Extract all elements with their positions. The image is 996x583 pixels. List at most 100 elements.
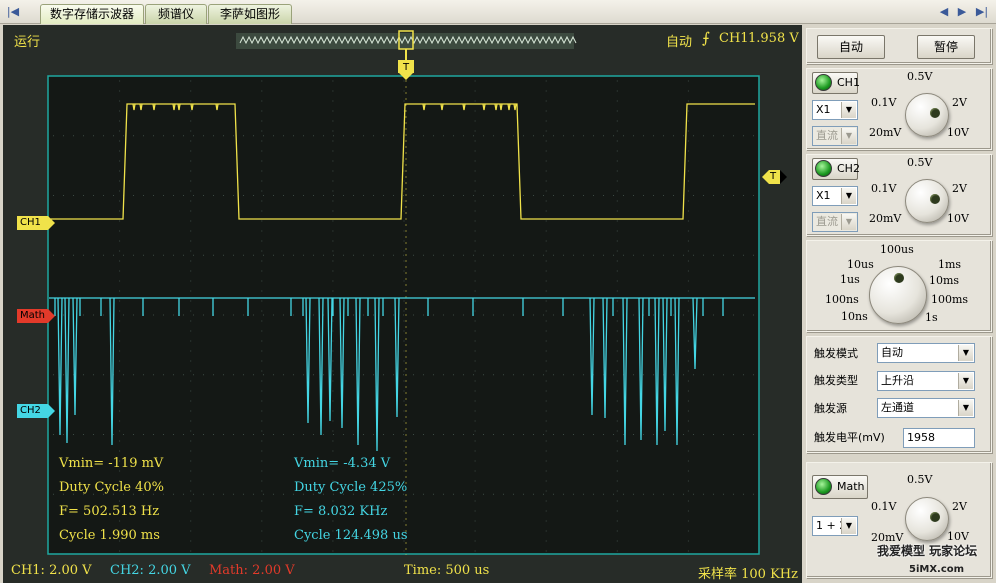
ch2-probe-select[interactable]: X1 ▼ — [812, 186, 858, 206]
math-toggle-label: Math — [837, 480, 865, 493]
ch1-probe-select[interactable]: X1 ▼ — [812, 100, 858, 120]
ch1-volts-label: 20mV — [869, 126, 902, 139]
ch1-volts-knob[interactable] — [905, 93, 949, 137]
ch2-cycle: Cycle 124.498 us — [294, 528, 408, 543]
math-volts-knob[interactable] — [905, 497, 949, 541]
ch2-volts-label: 0.5V — [907, 156, 933, 169]
math-volts-label: 2V — [952, 500, 967, 513]
dropdown-arrow-icon: ▼ — [958, 400, 973, 416]
knob-indicator — [930, 108, 940, 118]
ch2-scale: CH2: 2.00 V — [110, 563, 191, 578]
math-volts-label: 0.1V — [871, 500, 897, 513]
dropdown-arrow-icon: ▼ — [841, 518, 856, 534]
ch1-volts-label: 10V — [947, 126, 969, 139]
dropdown-arrow-icon: ▼ — [841, 188, 856, 204]
timebase-label: 10us — [847, 258, 874, 271]
math-scale: Math: 2.00 V — [209, 563, 295, 578]
math-volts-label: 0.5V — [907, 473, 933, 486]
ch1-volts-label: 0.5V — [907, 70, 933, 83]
ch2-volts-knob[interactable] — [905, 179, 949, 223]
watermark-url: 5iMX.com — [909, 564, 965, 575]
tab-oscilloscope[interactable]: 数字存储示波器 — [40, 4, 144, 24]
math-operation-select[interactable]: 1 + 2 ▼ — [812, 516, 858, 536]
ch1-marker[interactable]: CH1 — [17, 216, 55, 230]
timebase-knob[interactable] — [869, 266, 927, 324]
rising-edge-icon: ⨍ — [702, 29, 710, 47]
ch1-cycle: Cycle 1.990 ms — [59, 528, 160, 543]
ch2-group: CH2 X1 ▼ 直流 ▼ 0.5V 0.1V 2V 20mV 10V — [806, 154, 992, 236]
ch1-group: CH1 X1 ▼ 直流 ▼ 0.5V 0.1V 2V 20mV 10V — [806, 68, 992, 150]
dropdown-arrow-icon: ▼ — [958, 373, 973, 389]
knob-indicator — [930, 512, 940, 522]
ch1-vmin: Vmin= -119 mV — [59, 456, 164, 471]
knob-indicator — [894, 273, 904, 283]
ch2-marker[interactable]: CH2 — [17, 404, 55, 418]
trigger-mode-select[interactable]: 自动 ▼ — [877, 343, 975, 363]
trigger-group: 触发模式 自动 ▼ 触发类型 上升沿 ▼ 触发源 左通道 ▼ 触发电平(mV) 195… — [806, 336, 992, 453]
dropdown-arrow-icon: ▼ — [841, 128, 856, 144]
timebase-label: 1ms — [938, 258, 962, 271]
timebase-label: 1us — [840, 273, 860, 286]
ch1-coupling-select[interactable]: 直流 ▼ — [812, 126, 858, 146]
trigger-type-label: 触发类型 — [814, 374, 858, 387]
math-marker[interactable]: Math — [17, 309, 55, 323]
timebase-label: 100ms — [931, 293, 969, 306]
first-tab-icon[interactable]: |◀ — [6, 4, 20, 20]
ch1-led-icon — [815, 74, 832, 91]
waveform-screen: T — [47, 30, 760, 555]
math-led-icon — [815, 478, 832, 495]
timebase-readout: Time: 500 us — [404, 563, 490, 578]
trigger-mode-value: 自动 — [881, 346, 903, 359]
trigger-source-value: 左通道 — [881, 401, 914, 414]
trigger-mode-label: 触发模式 — [814, 347, 858, 360]
timebase-label: 10ms — [929, 274, 960, 287]
trigger-source-label: 触发源 — [814, 402, 847, 415]
timebase-label: 10ns — [841, 310, 868, 323]
ch2-duty: Duty Cycle 425% — [294, 480, 408, 495]
trigger-mode-readout: 自动 — [666, 35, 693, 50]
ch1-toggle-label: CH1 — [837, 76, 860, 89]
watermark-text: 我爱模型 玩家论坛 — [877, 544, 978, 558]
ch2-coupling-value: 直流 — [816, 215, 838, 228]
tab-bar: |◀ 数字存储示波器 频谱仪 李萨如图形 ◀ ▶ ▶| — [0, 0, 996, 24]
last-tab-icon[interactable]: ▶| — [973, 4, 991, 20]
trigger-level-input[interactable]: 1958 — [903, 428, 975, 448]
ch1-volts-label: 0.1V — [871, 96, 897, 109]
ch1-probe-value: X1 — [816, 103, 831, 116]
trigger-level-value: 1958 — [907, 431, 935, 444]
pause-button[interactable]: 暂停 — [917, 35, 975, 59]
ch2-volts-label: 10V — [947, 212, 969, 225]
control-panel: 自动 暂停 CH1 X1 ▼ 直流 ▼ 0.5V 0.1V 2V 20mV 10V … — [804, 25, 996, 583]
oscilloscope-display: T 运行 自动 ⨍ CH1 1.958 V CH1 Math CH2 T Vmi… — [3, 25, 802, 583]
sample-rate-readout: 采样率 100 KHz — [698, 567, 798, 582]
trigger-type-select[interactable]: 上升沿 ▼ — [877, 371, 975, 391]
ch1-scale: CH1: 2.00 V — [11, 563, 92, 578]
ch2-coupling-select[interactable]: 直流 ▼ — [812, 212, 858, 232]
ch1-coupling-value: 直流 — [816, 129, 838, 142]
ch2-volts-label: 0.1V — [871, 182, 897, 195]
trigger-channel-readout: CH1 — [719, 31, 749, 46]
trigger-source-select[interactable]: 左通道 ▼ — [877, 398, 975, 418]
ch2-probe-value: X1 — [816, 189, 831, 202]
auto-button[interactable]: 自动 — [817, 35, 885, 59]
next-tab-icon[interactable]: ▶ — [955, 4, 969, 20]
tab-spectrum[interactable]: 频谱仪 — [145, 4, 207, 24]
dropdown-arrow-icon: ▼ — [841, 214, 856, 230]
trigger-type-value: 上升沿 — [881, 374, 914, 387]
trigger-level-label: 触发电平(mV) — [814, 431, 885, 444]
trigger-marker-label: T — [402, 62, 410, 73]
dropdown-arrow-icon: ▼ — [958, 345, 973, 361]
ch1-duty: Duty Cycle 40% — [59, 480, 164, 495]
tab-lissajous[interactable]: 李萨如图形 — [208, 4, 292, 24]
ch2-vmin: Vmin= -4.34 V — [294, 456, 391, 471]
ch2-volts-label: 2V — [952, 182, 967, 195]
dropdown-arrow-icon: ▼ — [841, 102, 856, 118]
trigger-level-readout: 1.958 V — [748, 31, 799, 46]
prev-tab-icon[interactable]: ◀ — [937, 4, 951, 20]
trigger-level-arrow — [762, 170, 769, 184]
timebase-label: 1s — [925, 311, 938, 324]
run-control-group: 自动 暂停 — [806, 28, 992, 64]
ch2-toggle-label: CH2 — [837, 162, 860, 175]
trigger-level-marker[interactable]: T — [769, 170, 787, 184]
timebase-group: 100us 10us 1ms 1us 10ms 100ns 100ms 10ns… — [806, 240, 992, 332]
